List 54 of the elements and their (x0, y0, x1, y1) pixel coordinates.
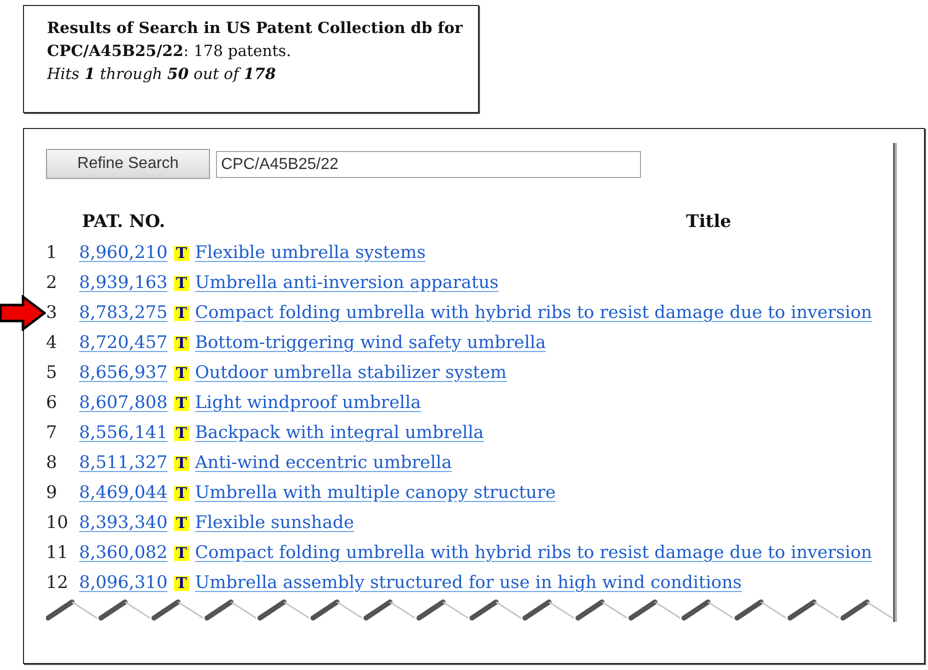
patent-number-link[interactable]: 8,656,937 (79, 363, 168, 383)
patent-number-link[interactable]: 8,393,340 (79, 513, 168, 533)
row-number: 6 (46, 393, 58, 413)
patent-number-link[interactable]: 8,939,163 (79, 273, 168, 293)
patent-title-link[interactable]: Compact folding umbrella with hybrid ribs to resist damage due to inversion (195, 303, 872, 323)
patent-number-link[interactable]: 8,556,141 (79, 423, 168, 443)
full-text-link[interactable]: T (174, 426, 189, 440)
full-text-link[interactable]: T (174, 306, 189, 320)
row-number: 3 (46, 303, 58, 323)
patent-number-link[interactable]: 8,360,082 (79, 543, 168, 563)
full-text-link[interactable]: T (174, 516, 189, 530)
row-number: 10 (46, 513, 68, 533)
search-field[interactable]: CPC/A45B25/22 (216, 150, 641, 178)
full-text-link[interactable]: T (174, 366, 189, 380)
patent-title-link[interactable]: Bottom-triggering wind safety umbrella (195, 333, 546, 353)
patent-title-link[interactable]: Light windproof umbrella (195, 393, 422, 413)
patent-title-link[interactable]: Flexible umbrella systems (195, 243, 426, 263)
column-header: PAT. NO. (82, 212, 166, 232)
row-number: 7 (46, 423, 58, 443)
refine-search-button[interactable]: Refine Search (46, 149, 210, 179)
row-number: 2 (46, 273, 58, 293)
patent-number-link[interactable]: 8,511,327 (79, 453, 168, 473)
patent-number-link[interactable]: 8,607,808 (79, 393, 168, 413)
row-number: 1 (46, 243, 58, 263)
patent-title-link[interactable]: Umbrella anti-inversion apparatus (195, 273, 499, 293)
patent-number-link[interactable]: 8,720,457 (79, 333, 168, 353)
patent-number-link[interactable]: 8,469,044 (79, 483, 168, 503)
column-header: Title (686, 212, 732, 232)
row-number: 8 (46, 453, 58, 473)
full-text-link[interactable]: T (174, 576, 189, 590)
patent-number-link[interactable]: 8,960,210 (79, 243, 168, 263)
full-text-link[interactable]: T (174, 246, 189, 260)
row-number: 12 (46, 573, 68, 593)
patent-title-link[interactable]: Umbrella with multiple canopy structure (195, 483, 556, 503)
patent-title-link[interactable]: Anti-wind eccentric umbrella (195, 453, 452, 473)
search-result-heading: Results of Search in US Patent Collection db for CPC/A45B25/22: 178 patents. (47, 18, 464, 62)
patent-number-link[interactable]: 8,783,275 (79, 303, 168, 323)
full-text-link[interactable]: T (174, 336, 189, 350)
patent-title-link[interactable]: Flexible sunshade (195, 513, 354, 533)
row-number: 5 (46, 363, 58, 383)
full-text-link[interactable]: T (174, 456, 189, 470)
patent-title-link[interactable]: Backpack with integral umbrella (195, 423, 484, 443)
patent-title-link[interactable]: Umbrella assembly structured for use in high wind conditions (195, 573, 742, 593)
row-number: 9 (46, 483, 58, 503)
row-number: 11 (46, 543, 68, 563)
full-text-link[interactable]: T (174, 486, 189, 500)
full-text-link[interactable]: T (174, 276, 189, 290)
full-text-link[interactable]: T (174, 396, 189, 410)
full-text-link[interactable]: T (174, 546, 189, 560)
patent-number-link[interactable]: 8,096,310 (79, 573, 168, 593)
patent-title-link[interactable]: Compact folding umbrella with hybrid ribs to resist damage due to inversion (195, 543, 872, 563)
hits-range-text: Hits 1 through 50 out of 178 (47, 64, 276, 85)
patent-title-link[interactable]: Outdoor umbrella stabilizer system (195, 363, 507, 383)
row-number: 4 (46, 333, 58, 353)
